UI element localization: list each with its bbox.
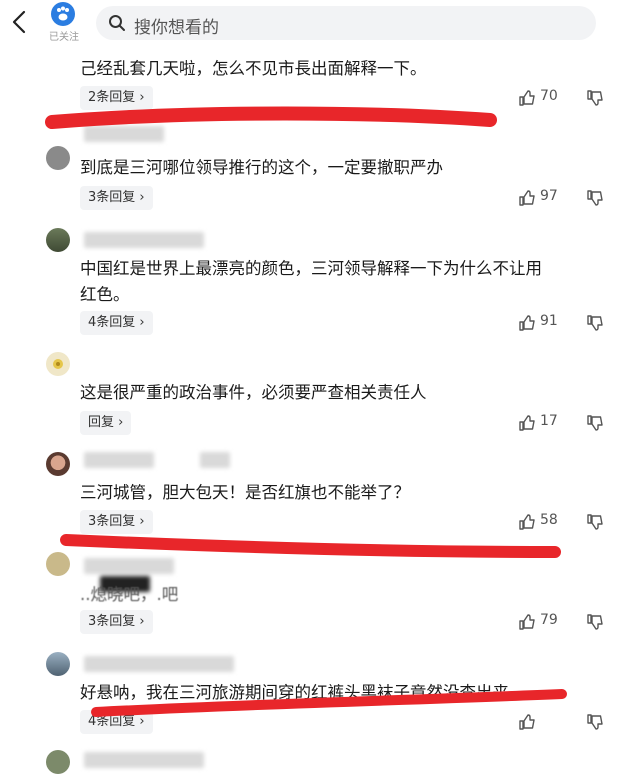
comment-text: 到底是三河哪位领导推行的这个，一定要撤职严办	[80, 158, 443, 177]
avatar[interactable]	[46, 750, 70, 774]
dislike-button[interactable]	[586, 510, 606, 534]
comment-text: 中国红是世界上最漂亮的颜色，三河领导解释一下为什么不让用 红色。	[80, 256, 620, 308]
like-button[interactable]: 70	[518, 86, 578, 110]
comment-text: ..熄晓吧，.吧	[80, 585, 179, 604]
dislike-button[interactable]	[586, 610, 606, 634]
avatar[interactable]	[46, 146, 70, 170]
reply-count-button[interactable]: 3条回复 ›	[80, 610, 153, 634]
author-name	[84, 656, 234, 672]
thumb-up-icon	[519, 415, 535, 431]
avatar[interactable]	[46, 352, 70, 376]
dislike-button[interactable]	[586, 86, 606, 110]
comment-text: 三河城管，胆大包天！是否红旗也不能举了？	[80, 483, 410, 502]
dislike-button[interactable]	[586, 411, 606, 435]
reply-count-label: 4条回复	[88, 315, 136, 330]
red-underline	[60, 534, 561, 558]
like-button[interactable]: 91	[518, 311, 578, 335]
reply-count-button[interactable]: 4条回复 ›	[80, 311, 153, 335]
like-button[interactable]: 17	[518, 411, 578, 435]
reply-count-label: 3条回复	[88, 514, 136, 529]
like-count: 70	[540, 88, 558, 104]
reply-label: 回复	[88, 415, 115, 430]
comment-text-line: 红色。	[80, 285, 130, 304]
search-placeholder: 搜你想看的	[134, 18, 219, 38]
like-count: 91	[540, 313, 558, 329]
thumb-down-icon	[587, 714, 603, 730]
followed-account[interactable]: 已关注	[46, 0, 80, 43]
search-box[interactable]: 搜你想看的	[96, 6, 596, 40]
comment-text-line: 中国红是世界上最漂亮的颜色，三河领导解释一下为什么不让用	[80, 259, 542, 278]
flower-icon	[53, 359, 63, 369]
reply-count-label: 3条回复	[88, 190, 136, 205]
author-name	[84, 752, 204, 768]
author-name	[84, 452, 154, 468]
reply-count-button[interactable]: 4条回复 ›	[80, 710, 153, 734]
like-button[interactable]: 97	[518, 186, 578, 210]
thumb-up-icon	[519, 514, 535, 530]
author-name	[84, 558, 174, 574]
thumb-up-icon	[519, 614, 535, 630]
like-count: 97	[540, 188, 558, 204]
thumb-down-icon	[587, 614, 603, 630]
like-button[interactable]: 79	[518, 610, 578, 634]
avatar[interactable]	[46, 452, 70, 476]
comment-text: 己经乱套几天啦，怎么不见市長出面解释一下。	[80, 59, 427, 78]
search-icon	[109, 15, 125, 31]
thumb-up-icon	[519, 315, 535, 331]
follow-status-label: 已关注	[49, 32, 79, 43]
dislike-button[interactable]	[586, 710, 606, 734]
like-button[interactable]	[518, 710, 578, 734]
reply-count-label: 2条回复	[88, 90, 136, 105]
top-bar: 已关注 搜你想看的	[0, 0, 640, 46]
thumb-down-icon	[587, 514, 603, 530]
reply-count-button[interactable]: 3条回复 ›	[80, 186, 153, 210]
like-count: 17	[540, 413, 558, 429]
avatar[interactable]	[46, 228, 70, 252]
reply-count-button[interactable]: 2条回复 ›	[80, 86, 153, 110]
reply-count-label: 3条回复	[88, 614, 136, 629]
thumb-down-icon	[587, 90, 603, 106]
author-name	[84, 126, 164, 142]
author-name	[84, 232, 204, 248]
back-arrow-icon[interactable]	[6, 8, 34, 36]
like-count: 79	[540, 612, 558, 628]
reply-count-button[interactable]: 3条回复 ›	[80, 510, 153, 534]
reply-count-label: 4条回复	[88, 714, 136, 729]
red-underline	[45, 106, 497, 129]
reply-button[interactable]: 回复 ›	[80, 411, 132, 435]
dislike-button[interactable]	[586, 186, 606, 210]
avatar[interactable]	[46, 552, 70, 576]
thumb-down-icon	[587, 190, 603, 206]
author-meta	[200, 452, 230, 468]
comment-text: 这是很严重的政治事件，必须要严查相关责任人	[80, 383, 427, 402]
baidu-paw-icon	[51, 2, 75, 26]
like-button[interactable]: 58	[518, 510, 578, 534]
avatar[interactable]	[46, 652, 70, 676]
like-count: 58	[540, 512, 558, 528]
dislike-button[interactable]	[586, 311, 606, 335]
thumb-up-icon	[519, 190, 535, 206]
thumb-down-icon	[587, 415, 603, 431]
thumb-up-icon	[519, 90, 535, 106]
thumb-up-icon	[519, 714, 535, 730]
comment-text: 好悬呐，我在三河旅游期间穿的红裤头黑袜子竟然没查出来	[80, 683, 509, 702]
thumb-down-icon	[587, 315, 603, 331]
